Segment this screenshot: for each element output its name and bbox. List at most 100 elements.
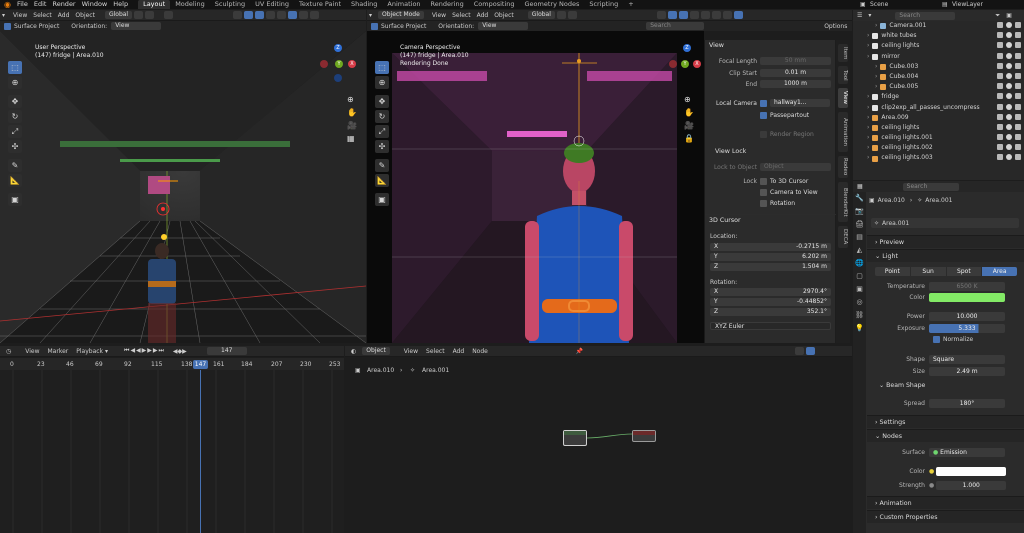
tab-blenderkit[interactable]: BlenderKit [838,182,848,222]
properties-search-input[interactable]: Search [902,182,959,191]
outliner-row[interactable]: › fridge [853,92,1024,102]
current-frame-field[interactable]: 147 [206,347,247,355]
rotation-lock-checkbox[interactable] [760,200,767,207]
shape-dropdown[interactable]: Square [929,354,1005,364]
to-3d-cursor-checkbox[interactable] [760,178,767,185]
left-menu-select[interactable]: Select [33,12,52,19]
mid-select-box-tool[interactable]: ⬚ [375,61,389,74]
menu-render[interactable]: Render [52,0,75,9]
spread-field[interactable]: 180° [929,398,1005,408]
checkbox-icon[interactable] [997,103,1003,110]
mid-scale-tool[interactable]: ⤢ [375,125,389,138]
camera-icon[interactable] [1015,72,1021,79]
settings-panel-header[interactable]: › Settings [867,415,1024,428]
gizmo-z-icon[interactable]: Z [334,44,342,52]
checkbox-icon[interactable] [997,154,1003,161]
gizmo-x-icon[interactable]: X [348,60,356,68]
node-overlay-icon[interactable] [795,347,805,355]
mid-surface-project-checkbox[interactable] [371,22,378,30]
mid-cursor-tool[interactable]: ⊕ [375,76,389,89]
output-tab-icon[interactable]: 🖨 [853,218,866,231]
gizmo-neg-z-icon[interactable] [334,74,342,82]
camera-viewport[interactable]: ⬚ ⊕ ✥ ↻ ⤢ ✣ ✎ 📐 ▣ Camera Perspective (14… [367,31,704,343]
scene-tab-icon[interactable]: ◭ [853,244,866,257]
euler-mode-dropdown[interactable]: XYZ Euler [710,322,831,330]
checkbox-icon[interactable] [997,22,1003,28]
collection-tab-icon[interactable]: ▢ [853,270,866,283]
perspective-grid-icon[interactable]: ▦ [347,132,357,145]
menu-edit[interactable]: Edit [34,0,47,9]
node-object-dropdown[interactable]: Object [362,347,390,355]
light-type-spot[interactable]: Spot [946,266,982,276]
keyframe-nav-icon[interactable]: ◀◆▶ [173,348,187,355]
outliner-row[interactable]: › ceiling lights.001 [853,133,1024,143]
shading-rendered-icon[interactable] [310,11,320,19]
surface-shader-field[interactable]: ● Emission [929,447,1005,457]
mid-menu-object[interactable]: Object [494,12,514,19]
playback-dropdown-icon[interactable]: ▾ [105,348,108,355]
outliner-search-input[interactable]: Search [895,11,956,20]
normalize-checkbox[interactable] [933,336,940,343]
light-type-area[interactable]: Area [982,266,1017,276]
menu-file[interactable]: File [17,0,28,9]
timeline-area[interactable]: 0 23 46 69 92 115 138 161 184 207 230 25… [0,358,344,533]
checkbox-icon[interactable] [997,113,1003,120]
expand-arrow-icon[interactable]: › [867,103,869,113]
temperature-field[interactable]: 6500 K [929,281,1005,291]
left-menu-view[interactable]: View [13,12,27,19]
mid-menu-add[interactable]: Add [477,12,489,19]
expand-arrow-icon[interactable]: › [875,62,877,72]
view-layer-selector[interactable]: ViewLayer [952,0,983,9]
mid-camera-icon[interactable]: 🎥 [684,119,694,132]
mid-snap-icon[interactable] [567,11,577,19]
clip-end-field[interactable]: 1000 m [760,80,831,88]
mid-gizmo-neg-x-icon[interactable] [669,60,677,68]
new-collection-icon[interactable]: ▣ [1006,12,1012,19]
light-type-point[interactable]: Point [875,266,910,276]
data-tab-icon[interactable]: 💡 [853,322,866,335]
eye-icon[interactable] [1006,154,1012,161]
custom-properties-header[interactable]: › Custom Properties [867,510,1024,523]
tab-layout[interactable]: Layout [138,0,171,9]
preview-panel-header[interactable]: › Preview [867,235,1024,248]
annotate-tool[interactable]: ✎ [8,159,22,172]
tab-rodeo[interactable]: Rodeo [838,156,848,178]
cursor-rot-x-field[interactable]: X 2970.4° [710,288,831,296]
expand-arrow-icon[interactable]: › [867,133,869,143]
emission-node[interactable] [563,430,587,446]
expand-arrow-icon[interactable]: › [867,123,869,133]
camera-icon[interactable] [1015,42,1021,49]
node-menu-select[interactable]: Select [426,348,445,355]
eye-icon[interactable] [1006,134,1012,141]
eye-icon[interactable] [1006,32,1012,39]
pan-hand-icon[interactable]: ✋ [347,106,357,119]
expand-arrow-icon[interactable]: › [875,72,877,82]
expand-arrow-icon[interactable]: › [867,52,869,62]
mid-gizmo-z-icon[interactable]: Z [683,44,691,52]
3d-cursor-header[interactable]: 3D Cursor [705,214,836,225]
node-snap-icon[interactable] [806,347,816,355]
mid-gizmo-icon[interactable] [667,11,677,19]
expand-arrow-icon[interactable]: › [867,41,869,51]
power-field[interactable]: 10.000 [929,311,1005,321]
checkbox-icon[interactable] [997,32,1003,39]
cursor-loc-x-field[interactable]: X -0.2715 m [710,243,831,251]
left-3d-viewport[interactable]: ⬚ ⊕ ✥ ↻ ⤢ ✣ ✎ 📐 ▣ User Perspective (147)… [0,31,366,343]
size-field[interactable]: 2.49 m [929,366,1005,376]
light-output-node[interactable] [632,430,656,442]
eye-icon[interactable] [1006,42,1012,49]
pin-icon[interactable]: 📌 [576,348,583,355]
timeline-editor-icon[interactable]: ◷ [6,348,11,355]
tab-tool[interactable]: Tool [838,66,848,84]
mid-solid-icon[interactable] [711,11,721,19]
camera-to-view-checkbox[interactable] [760,189,767,196]
camera-icon[interactable] [1015,22,1021,28]
clip-start-field[interactable]: 0.01 m [760,69,831,77]
blender-logo-icon[interactable]: ◉ [4,0,11,9]
mid-visibility-icon[interactable] [656,11,666,19]
scene-selector[interactable]: Scene [870,0,888,9]
camera-icon[interactable] [1015,113,1021,120]
timeline-menu-marker[interactable]: Marker [48,348,69,355]
mid-menu-view[interactable]: View [432,12,446,19]
outliner-funnel-icon[interactable]: ⏷ [995,12,1000,20]
